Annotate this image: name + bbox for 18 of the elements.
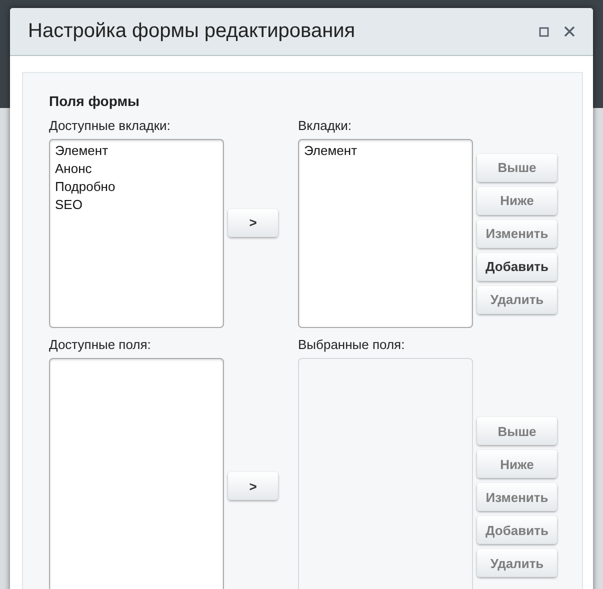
list-item[interactable]: SEO	[55, 196, 82, 214]
list-label: Вкладки:	[298, 117, 352, 134]
action-button[interactable]: Добавить	[477, 252, 557, 280]
list-label: Доступные поля:	[49, 336, 152, 353]
close-icon[interactable]	[564, 26, 575, 37]
move-button[interactable]: >	[228, 472, 278, 500]
section-heading: Поля формы	[49, 93, 140, 109]
list-label: Доступные вкладки:	[49, 117, 172, 134]
list-item[interactable]: Анонс	[55, 160, 92, 178]
maximize-icon[interactable]	[539, 26, 549, 36]
list-item[interactable]: Элемент	[304, 142, 358, 160]
move-button[interactable]: >	[228, 208, 278, 236]
list-label: Выбранные поля:	[298, 336, 406, 353]
list-item[interactable]: Элемент	[55, 142, 108, 160]
list-box[interactable]: Элемент	[298, 139, 473, 328]
window-title: Настройка формы редактирования	[28, 20, 356, 43]
list-box[interactable]: Элемент Анонс Подробно SEO	[49, 139, 224, 328]
list-item[interactable]: Подробно	[55, 178, 116, 196]
